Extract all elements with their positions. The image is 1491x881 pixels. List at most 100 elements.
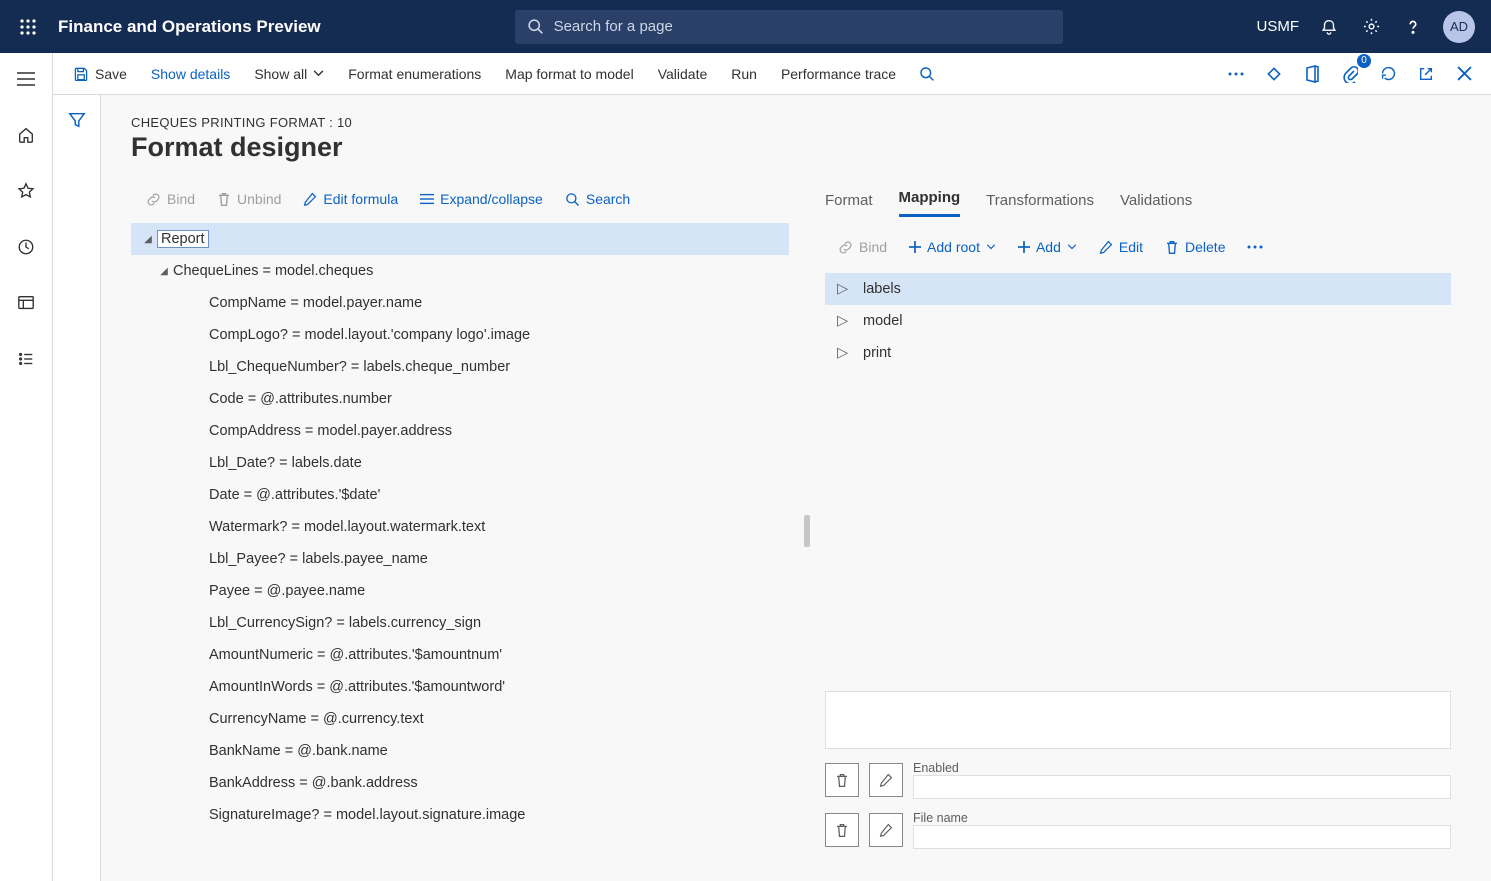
tree-row[interactable]: Payee = @.payee.name	[131, 575, 789, 607]
map-format-to-model-button[interactable]: Map format to model	[495, 58, 643, 90]
map-bind-button[interactable]: Bind	[829, 232, 896, 262]
tree-row[interactable]: CompLogo? = model.layout.'company logo'.…	[131, 319, 789, 351]
tree-row[interactable]: BankAddress = @.bank.address	[131, 767, 789, 799]
show-details-button[interactable]: Show details	[141, 58, 240, 90]
favorites-star-icon[interactable]	[10, 175, 42, 207]
tree-row[interactable]: Watermark? = model.layout.watermark.text	[131, 511, 789, 543]
tree-row-label: BankName = @.bank.name	[209, 743, 388, 759]
tree-row[interactable]: ◢Report	[131, 223, 789, 255]
diamond-icon[interactable]	[1257, 58, 1291, 90]
trash-icon	[835, 823, 849, 838]
tree-row[interactable]: CurrencyName = @.currency.text	[131, 703, 789, 735]
expand-collapse-button[interactable]: Expand/collapse	[411, 184, 552, 214]
enabled-delete-button[interactable]	[825, 763, 859, 797]
tree-toggle-icon[interactable]: ▷	[837, 313, 849, 329]
tree-toggle-icon[interactable]: ▷	[837, 345, 849, 361]
tree-row[interactable]: Lbl_CurrencySign? = labels.currency_sign	[131, 607, 789, 639]
bind-button[interactable]: Bind	[137, 184, 204, 214]
attachments-icon[interactable]: 0	[1333, 58, 1367, 90]
performance-trace-button[interactable]: Performance trace	[771, 58, 906, 90]
tree-row[interactable]: AmountInWords = @.attributes.'$amountwor…	[131, 671, 789, 703]
tree-row[interactable]: CompName = model.payer.name	[131, 287, 789, 319]
mapping-toolbar: Bind Add root Add	[825, 231, 1451, 263]
map-tree-row[interactable]: ▷print	[825, 337, 1451, 369]
tab-transformations[interactable]: Transformations	[986, 192, 1094, 217]
tree-toggle-icon[interactable]: ◢	[139, 234, 157, 245]
action-search-icon[interactable]	[910, 58, 944, 90]
map-tree-row[interactable]: ▷model	[825, 305, 1451, 337]
map-edit-button[interactable]: Edit	[1090, 232, 1152, 262]
attachments-badge: 0	[1357, 54, 1371, 68]
tab-format[interactable]: Format	[825, 192, 873, 217]
save-button[interactable]: Save	[63, 58, 137, 90]
map-delete-button[interactable]: Delete	[1156, 232, 1234, 262]
splitter[interactable]	[789, 181, 825, 881]
format-enumerations-button[interactable]: Format enumerations	[338, 58, 491, 90]
tree-row[interactable]: ◢ChequeLines = model.cheques	[131, 255, 789, 287]
filter-funnel-icon[interactable]	[68, 111, 86, 881]
workspaces-icon[interactable]	[10, 287, 42, 319]
tree-row-label: SignatureImage? = model.layout.signature…	[209, 807, 525, 823]
global-search[interactable]	[515, 10, 1063, 44]
tree-row-label: Lbl_ChequeNumber? = labels.cheque_number	[209, 359, 510, 375]
tree-row-label: Report	[157, 230, 209, 248]
enabled-edit-button[interactable]	[869, 763, 903, 797]
mapping-tree[interactable]: ▷labels▷model▷print	[825, 273, 1451, 369]
format-tree[interactable]: ◢Report◢ChequeLines = model.chequesCompN…	[131, 223, 789, 881]
tree-row[interactable]: SignatureImage? = model.layout.signature…	[131, 799, 789, 831]
home-icon[interactable]	[10, 119, 42, 151]
app-launcher-icon[interactable]	[8, 18, 48, 36]
map-more-button[interactable]	[1238, 232, 1272, 262]
filename-label: File name	[913, 811, 991, 825]
global-header: Finance and Operations Preview USMF AD	[0, 0, 1491, 53]
tree-search-button[interactable]: Search	[556, 184, 639, 214]
filename-field[interactable]	[913, 825, 1451, 849]
tree-row[interactable]: BankName = @.bank.name	[131, 735, 789, 767]
avatar[interactable]: AD	[1443, 11, 1475, 43]
company-code[interactable]: USMF	[1257, 18, 1300, 35]
enabled-field[interactable]	[913, 775, 1451, 799]
tree-row[interactable]: AmountNumeric = @.attributes.'$amountnum…	[131, 639, 789, 671]
show-all-button[interactable]: Show all	[244, 58, 334, 90]
refresh-icon[interactable]	[1371, 58, 1405, 90]
tree-row[interactable]: Code = @.attributes.number	[131, 383, 789, 415]
tree-row-label: Date = @.attributes.'$date'	[209, 487, 380, 503]
hamburger-icon[interactable]	[10, 63, 42, 95]
popout-icon[interactable]	[1409, 58, 1443, 90]
tree-toggle-icon[interactable]: ◢	[155, 266, 173, 277]
tree-row[interactable]: Lbl_ChequeNumber? = labels.cheque_number	[131, 351, 789, 383]
modules-list-icon[interactable]	[10, 343, 42, 375]
tree-row[interactable]: CompAddress = model.payer.address	[131, 415, 789, 447]
tab-mapping[interactable]: Mapping	[899, 189, 961, 217]
chevron-down-icon	[313, 70, 324, 77]
details-textarea[interactable]	[825, 691, 1451, 749]
run-button[interactable]: Run	[721, 58, 767, 90]
validate-button[interactable]: Validate	[648, 58, 718, 90]
tree-row-label: Watermark? = model.layout.watermark.text	[209, 519, 485, 535]
tree-toggle-icon[interactable]: ▷	[837, 281, 849, 297]
tree-row[interactable]: Date = @.attributes.'$date'	[131, 479, 789, 511]
edit-formula-button[interactable]: Edit formula	[294, 184, 407, 214]
filename-delete-button[interactable]	[825, 813, 859, 847]
recent-clock-icon[interactable]	[10, 231, 42, 263]
pencil-icon	[879, 823, 893, 837]
tree-row[interactable]: Lbl_Date? = labels.date	[131, 447, 789, 479]
more-ellipsis-icon[interactable]	[1219, 58, 1253, 90]
help-icon[interactable]	[1401, 15, 1425, 39]
global-search-input[interactable]	[554, 18, 1051, 35]
filename-edit-button[interactable]	[869, 813, 903, 847]
add-button[interactable]: Add	[1009, 232, 1086, 262]
settings-gear-icon[interactable]	[1359, 15, 1383, 39]
tab-validations[interactable]: Validations	[1120, 192, 1192, 217]
trash-icon	[835, 773, 849, 788]
right-tabs: Format Mapping Transformations Validatio…	[825, 181, 1451, 217]
tree-row[interactable]: Lbl_Payee? = labels.payee_name	[131, 543, 789, 575]
close-icon[interactable]	[1447, 58, 1481, 90]
office-icon[interactable]	[1295, 58, 1329, 90]
unbind-button[interactable]: Unbind	[208, 184, 290, 214]
plus-icon	[1018, 241, 1030, 253]
map-tree-row[interactable]: ▷labels	[825, 273, 1451, 305]
notifications-icon[interactable]	[1317, 15, 1341, 39]
breadcrumb: CHEQUES PRINTING FORMAT : 10	[131, 115, 1491, 130]
add-root-button[interactable]: Add root	[900, 232, 1005, 262]
